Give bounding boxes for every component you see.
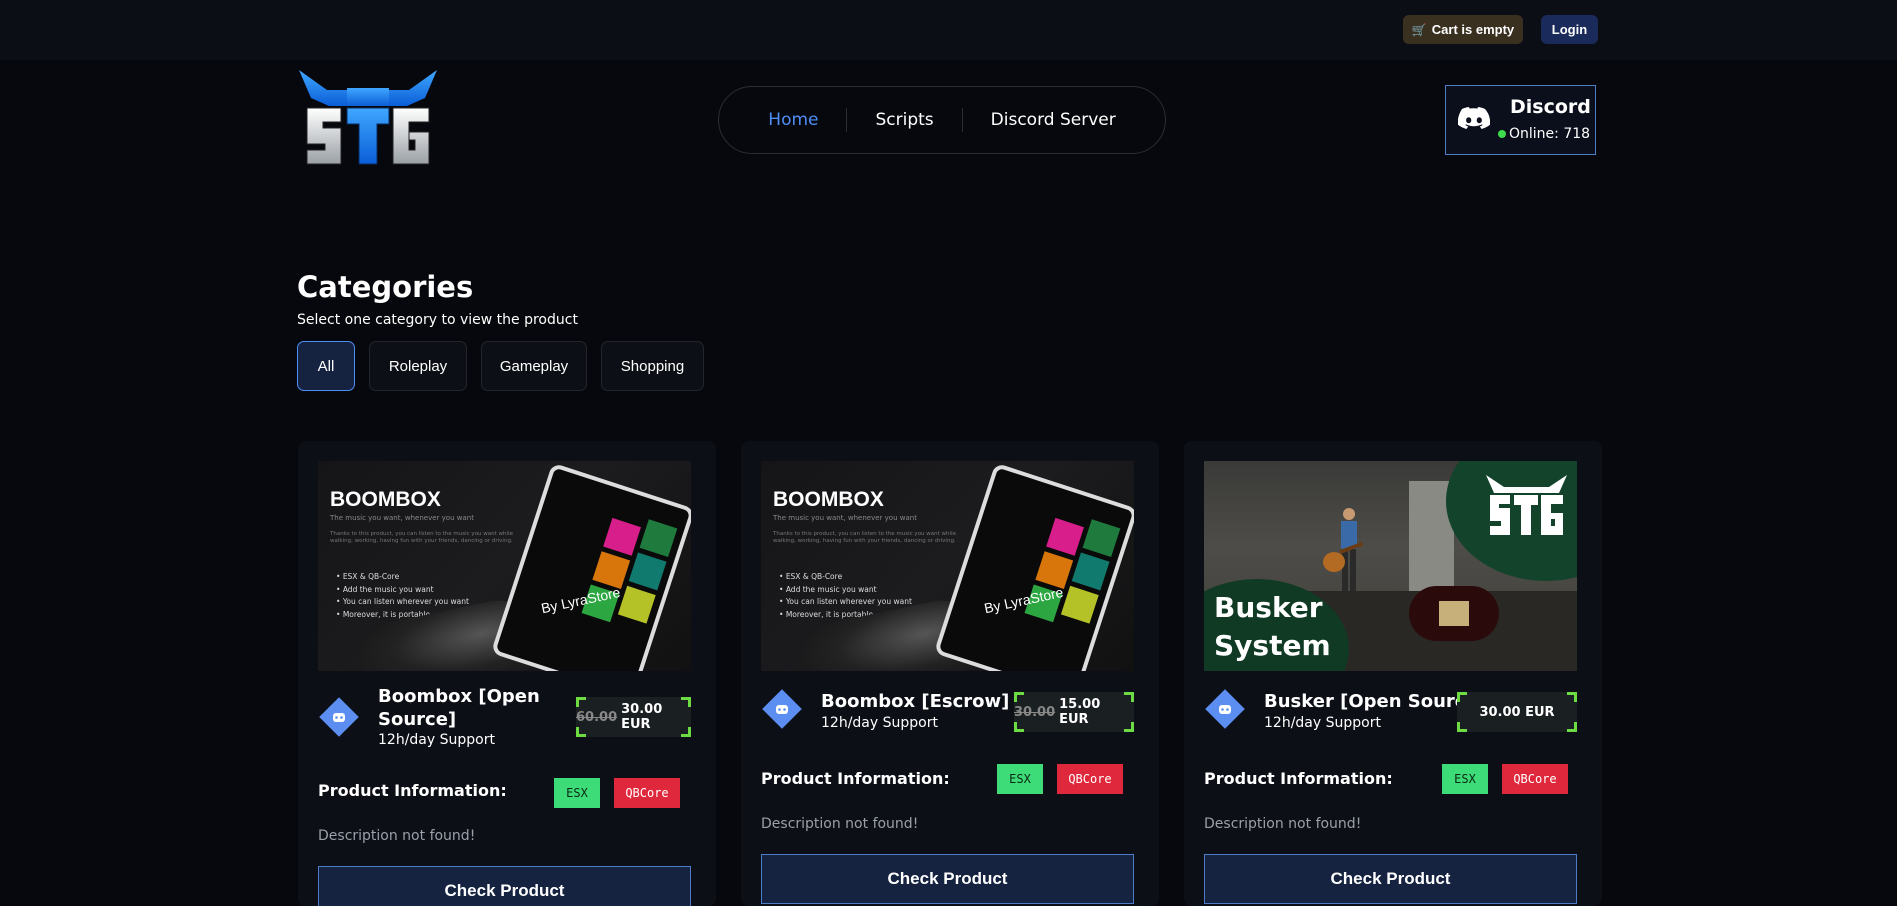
tablet-graphic: By LyraStore xyxy=(933,462,1134,671)
product-card: BOOMBOX The music you want, whenever you… xyxy=(741,441,1159,906)
image-tagline: The music you want, whenever you want xyxy=(773,514,917,522)
image-bullet: Add the music you want xyxy=(336,584,469,597)
esx-tag: ESX xyxy=(997,764,1043,794)
image-title: Busker System xyxy=(1214,589,1331,665)
product-title[interactable]: Busker [Open Source] xyxy=(1264,690,1486,713)
product-image[interactable]: Busker System xyxy=(1204,461,1577,671)
tablet-graphic: By LyraStore xyxy=(490,462,691,671)
online-dot xyxy=(1498,130,1506,138)
online-label: Online: 718 xyxy=(1509,126,1591,142)
image-bullet: Add the music you want xyxy=(779,584,912,597)
categories-subtitle: Select one category to view the product xyxy=(297,312,578,328)
image-paragraph: Thanks to this product, you can listen t… xyxy=(773,531,956,544)
price-tag: 30.00 15.00 EUR xyxy=(1014,692,1134,732)
product-description: Description not found! xyxy=(318,828,476,844)
discord-online-count: Online: 718 xyxy=(1498,126,1590,142)
check-product-button[interactable]: Check Product xyxy=(318,866,691,906)
cart-label: Cart is empty xyxy=(1431,22,1515,37)
image-bullet: ESX & QB-Core xyxy=(779,571,912,584)
main-nav: Home Scripts Discord Server xyxy=(718,86,1166,154)
cart-button[interactable]: 🛒 Cart is empty xyxy=(1403,15,1523,44)
product-description: Description not found! xyxy=(761,816,919,832)
image-bullet: You can listen wherever you want xyxy=(336,596,469,609)
current-price: 15.00 EUR xyxy=(1059,697,1101,727)
category-roleplay-button[interactable]: Roleplay xyxy=(369,341,467,391)
image-paragraph: Thanks to this product, you can listen t… xyxy=(330,531,513,544)
login-button[interactable]: Login xyxy=(1541,15,1598,44)
discord-product-icon xyxy=(762,689,802,729)
discord-product-icon xyxy=(319,697,359,737)
nav-home[interactable]: Home xyxy=(740,110,846,130)
product-info-label: Product Information: xyxy=(318,781,507,800)
nav-scripts[interactable]: Scripts xyxy=(847,110,961,130)
product-description: Description not found! xyxy=(1204,816,1362,832)
product-info-label: Product Information: xyxy=(1204,769,1393,788)
discord-icon xyxy=(1458,107,1490,129)
check-product-button[interactable]: Check Product xyxy=(761,854,1134,904)
nav-discord-server[interactable]: Discord Server xyxy=(963,110,1144,130)
category-gameplay-button[interactable]: Gameplay xyxy=(481,341,587,391)
category-all-button[interactable]: All xyxy=(297,341,355,391)
price-tag: 30.00 EUR xyxy=(1457,692,1577,732)
price-tag: 60.00 30.00 EUR xyxy=(576,697,691,737)
top-bar: 🛒 Cart is empty Login xyxy=(0,0,1897,60)
qbcore-tag: QBCore xyxy=(614,778,680,808)
stg-image-logo xyxy=(1486,475,1567,535)
stg-logo[interactable] xyxy=(297,68,439,168)
product-support: 12h/day Support xyxy=(821,715,938,731)
qbcore-tag: QBCore xyxy=(1057,764,1123,794)
product-card: BOOMBOX The music you want, whenever you… xyxy=(298,441,716,906)
categories-heading: Categories xyxy=(297,270,474,304)
product-support: 12h/day Support xyxy=(1264,715,1381,731)
product-info-label: Product Information: xyxy=(761,769,950,788)
discord-title: Discord xyxy=(1510,96,1591,118)
check-product-button[interactable]: Check Product xyxy=(1204,854,1577,904)
category-shopping-button[interactable]: Shopping xyxy=(601,341,704,391)
cart-icon: 🛒 xyxy=(1411,22,1427,37)
image-title-line1: Busker xyxy=(1214,591,1323,624)
qbcore-tag: QBCore xyxy=(1502,764,1568,794)
image-tagline: The music you want, whenever you want xyxy=(330,514,474,522)
image-bullet: You can listen wherever you want xyxy=(779,596,912,609)
product-image[interactable]: BOOMBOX The music you want, whenever you… xyxy=(761,461,1134,671)
esx-tag: ESX xyxy=(1442,764,1488,794)
product-support: 12h/day Support xyxy=(378,732,495,748)
old-price: 60.00 xyxy=(576,709,618,725)
guitar-graphic xyxy=(1323,541,1364,572)
product-card: Busker System Busker [Open Source] 12h/d… xyxy=(1184,441,1602,906)
esx-tag: ESX xyxy=(554,778,600,808)
image-title-line2: System xyxy=(1214,629,1331,662)
discord-widget[interactable]: Discord Online: 718 xyxy=(1445,85,1596,155)
image-bullet: ESX & QB-Core xyxy=(336,571,469,584)
product-title[interactable]: Boombox [Escrow] xyxy=(821,690,1009,713)
product-title[interactable]: Boombox [Open Source] xyxy=(378,685,543,731)
discord-product-icon xyxy=(1205,689,1245,729)
image-title: BOOMBOX xyxy=(773,488,884,511)
image-title: BOOMBOX xyxy=(330,488,441,511)
old-price: 30.00 xyxy=(1014,704,1056,720)
product-image[interactable]: BOOMBOX The music you want, whenever you… xyxy=(318,461,691,671)
current-price: 30.00 EUR xyxy=(1479,704,1555,720)
